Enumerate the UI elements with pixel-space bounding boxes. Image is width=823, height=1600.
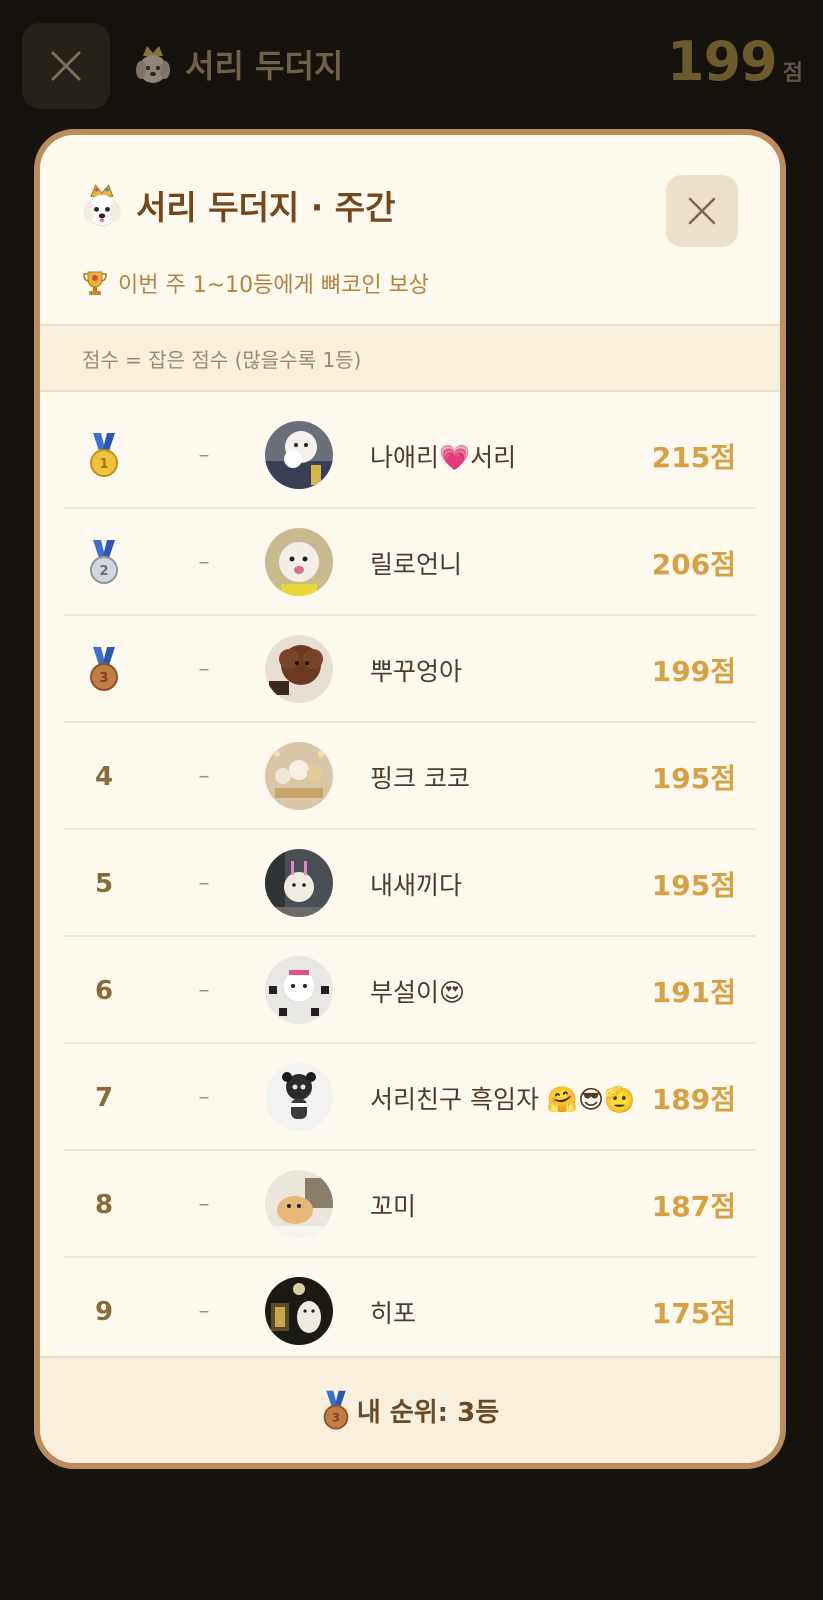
leaderboard-row: 5 – 내새끼다 195점	[64, 830, 756, 937]
avatar	[265, 742, 333, 810]
score-unit: 점	[782, 61, 803, 86]
gold-medal-icon: 1	[90, 432, 118, 477]
avatar	[265, 1063, 333, 1131]
player-score: 195점	[651, 868, 736, 902]
leaderboard-modal: 서리 두더지 · 주간 이번 주 1~10등에게 뼈코인 보상 점수 = 잡은 …	[34, 129, 786, 1469]
leaderboard-row: 7 – 서리친구 흑임자 🤗😎🫡 189점	[64, 1044, 756, 1151]
rank-cell: 3	[64, 616, 144, 723]
leaderboard-row: 6 – 부설이😍 191점	[64, 937, 756, 1044]
modal-header: 서리 두더지 · 주간 이번 주 1~10등에게 뼈코인 보상	[40, 135, 780, 324]
close-button[interactable]	[22, 23, 110, 109]
rank-change: –	[198, 1085, 210, 1110]
score-value: 199	[667, 30, 778, 93]
player-name: 부설이😍	[370, 977, 466, 1007]
rank-change: –	[198, 978, 210, 1003]
my-rank-footer: 3 내 순위: 3등	[40, 1356, 780, 1463]
leaderboard-row: 1 – 나애리💗서리 215점	[64, 402, 756, 509]
rank-change: –	[198, 871, 210, 896]
rank-change: –	[198, 443, 210, 468]
svg-text:2: 2	[99, 564, 108, 579]
svg-text:1: 1	[99, 457, 108, 472]
leaderboard-list[interactable]: 1 – 나애리💗서리 215점 2 – 릴로언니 206점 3 – 뿌꾸엉아 1…	[40, 392, 780, 1359]
game-title-text: 서리 두더지	[185, 47, 344, 85]
rank-change: –	[198, 1192, 210, 1217]
player-score: 215점	[651, 440, 736, 474]
avatar	[265, 421, 333, 489]
rank-change: –	[198, 657, 210, 682]
player-score: 189점	[651, 1082, 736, 1116]
rank-change: –	[198, 550, 210, 575]
player-score: 206점	[651, 547, 736, 581]
rank-cell: 7	[94, 1082, 114, 1113]
avatar	[265, 956, 333, 1024]
game-title: 서리 두더지	[131, 40, 343, 88]
player-score: 187점	[651, 1189, 736, 1223]
player-score: 195점	[651, 761, 736, 795]
player-name: 내새끼다	[370, 870, 463, 900]
score-info-bar: 점수 = 잡은 점수 (많을수록 1등)	[40, 324, 780, 392]
rank-change: –	[198, 764, 210, 789]
player-name: 서리친구 흑임자 🤗😎🫡	[370, 1084, 636, 1114]
rank-change: –	[198, 1299, 210, 1324]
rank-cell: 6	[94, 975, 114, 1006]
player-name: 히포	[370, 1298, 417, 1328]
reward-text: 이번 주 1~10등에게 뼈코인 보상	[118, 273, 430, 298]
player-score: 191점	[651, 975, 736, 1009]
modal-title-text: 서리 두더지 · 주간	[136, 188, 396, 227]
rank-cell: 1	[64, 402, 144, 509]
leaderboard-row: 2 – 릴로언니 206점	[64, 509, 756, 616]
rank-cell: 8	[94, 1189, 114, 1220]
silver-medal-icon: 2	[90, 539, 118, 584]
leaderboard-row: 8 – 꼬미 187점	[64, 1151, 756, 1258]
avatar	[265, 635, 333, 703]
player-name: 릴로언니	[370, 549, 463, 579]
modal-close-button[interactable]	[666, 175, 738, 247]
avatar	[265, 1277, 333, 1345]
avatar	[265, 849, 333, 917]
player-name: 뿌꾸엉아	[370, 656, 463, 686]
player-name: 핑크 코코	[370, 763, 470, 793]
svg-text:3: 3	[99, 671, 108, 686]
svg-text:3: 3	[332, 1410, 340, 1424]
player-name: 나애리💗서리	[370, 442, 517, 472]
reward-note: 이번 주 1~10등에게 뼈코인 보상	[80, 267, 429, 299]
player-score: 199점	[651, 654, 736, 688]
avatar	[265, 1170, 333, 1238]
close-icon	[51, 51, 81, 81]
player-name: 꼬미	[370, 1191, 417, 1221]
rank-cell: 5	[94, 868, 114, 899]
leaderboard-row: 3 – 뿌꾸엉아 199점	[64, 616, 756, 723]
crowned-dog-icon	[136, 46, 170, 83]
crowned-dog-icon	[83, 184, 121, 227]
player-score: 175점	[651, 1296, 736, 1330]
bronze-medal-icon: 3	[323, 1390, 349, 1430]
leaderboard-row: 4 – 핑크 코코 195점	[64, 723, 756, 830]
trophy-icon	[83, 271, 107, 295]
avatar	[265, 528, 333, 596]
rank-cell: 9	[94, 1296, 114, 1327]
rank-cell: 4	[94, 761, 114, 792]
modal-title: 서리 두더지 · 주간	[78, 181, 396, 229]
my-rank-text: 내 순위: 3등	[356, 1398, 500, 1428]
bronze-medal-icon: 3	[90, 646, 118, 691]
close-icon	[688, 197, 716, 225]
leaderboard-row: 9 – 히포 175점	[64, 1258, 756, 1359]
score-info-text: 점수 = 잡은 점수 (많을수록 1등)	[82, 347, 362, 372]
rank-cell: 2	[64, 509, 144, 616]
top-score: 199 점	[667, 30, 803, 93]
top-bar: 서리 두더지 199 점	[0, 0, 823, 130]
